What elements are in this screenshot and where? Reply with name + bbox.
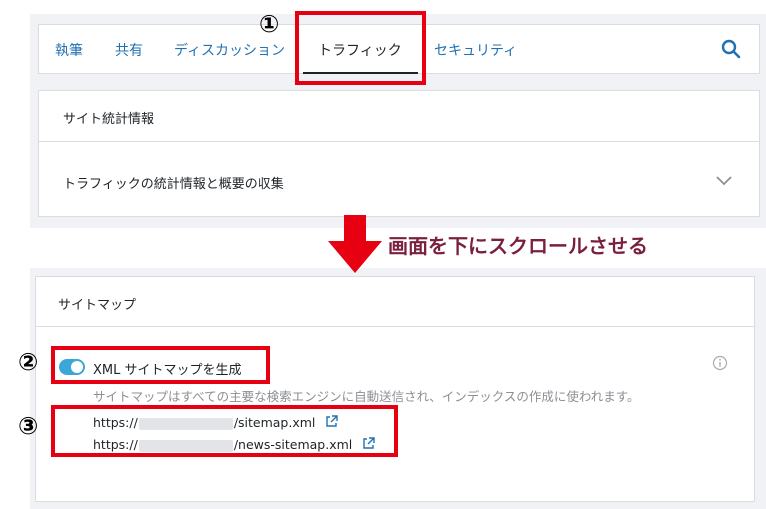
settings-tab-bar: 執筆 共有 ディスカッション トラフィック セキュリティ	[38, 24, 760, 74]
redacted-domain	[138, 439, 233, 452]
sitemap-description: サイトマップはすべての主要な検索エンジンに自動送信され、インデックスの作成に使わ…	[93, 389, 640, 404]
active-tab-indicator	[303, 72, 418, 74]
divider	[36, 326, 754, 327]
site-stats-card: サイト統計情報 トラフィックの統計情報と概要の収集	[38, 90, 760, 217]
tab-writing[interactable]: 執筆	[55, 40, 83, 60]
annotation-marker-3: ③	[18, 412, 39, 440]
annotation-marker-2: ②	[18, 348, 39, 376]
generate-sitemap-label[interactable]: XML サイトマップを生成	[93, 359, 242, 378]
toggle-knob	[71, 361, 83, 373]
news-sitemap-url-link[interactable]: https:///news-sitemap.xml	[93, 437, 352, 452]
sitemap-url-link[interactable]: https:///sitemap.xml	[93, 415, 315, 430]
info-icon[interactable]	[712, 355, 728, 371]
redacted-domain	[138, 417, 233, 430]
scroll-instruction-text: 画面を下にスクロールさせる	[388, 234, 648, 258]
sitemap-link-row: https:///sitemap.xml	[93, 415, 339, 430]
news-sitemap-link-row: https:///news-sitemap.xml	[93, 437, 375, 452]
site-stats-title: サイト統計情報	[63, 112, 155, 127]
divider	[39, 141, 759, 142]
traffic-stats-row-label[interactable]: トラフィックの統計情報と概要の収集	[63, 173, 284, 192]
tab-discussion[interactable]: ディスカッション	[174, 40, 285, 60]
external-link-icon[interactable]	[325, 415, 339, 428]
search-icon[interactable]	[721, 39, 741, 59]
sitemap-card: サイトマップ XML サイトマップを生成 サイトマップはすべての主要な検索エンジ…	[35, 276, 755, 502]
tab-traffic[interactable]: トラフィック	[318, 40, 402, 60]
sitemap-title: サイトマップ	[58, 298, 137, 313]
external-link-icon[interactable]	[362, 437, 375, 450]
generate-sitemap-toggle[interactable]	[59, 359, 85, 375]
chevron-down-icon[interactable]	[715, 173, 733, 187]
tab-security[interactable]: セキュリティ	[434, 40, 517, 60]
annotation-marker-1: ①	[259, 10, 280, 38]
arrow-down-icon	[328, 215, 382, 273]
tab-sharing[interactable]: 共有	[115, 40, 143, 60]
